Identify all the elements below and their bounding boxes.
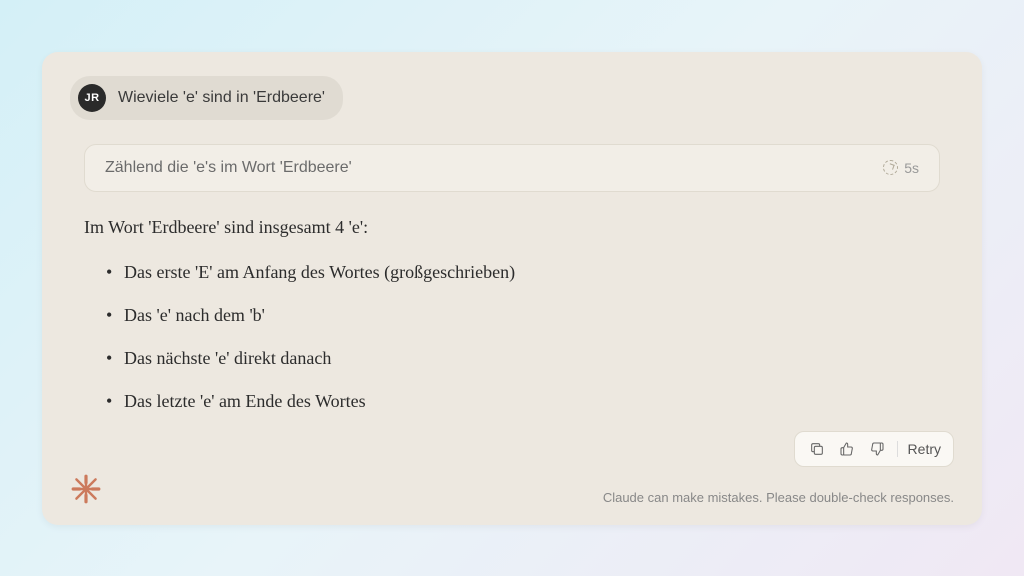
thumbs-up-icon[interactable]	[837, 439, 857, 459]
disclaimer: Claude can make mistakes. Please double-…	[603, 490, 954, 505]
actions-row: Retry	[70, 431, 954, 467]
list-item: Das erste 'E' am Anfang des Wortes (groß…	[106, 259, 940, 286]
logo-icon	[70, 473, 102, 505]
thinking-meta: 5s	[883, 160, 919, 176]
message-actions: Retry	[794, 431, 954, 467]
thinking-duration: 5s	[904, 160, 919, 176]
user-message-text: Wieviele 'e' sind in 'Erdbeere'	[118, 89, 325, 107]
avatar: JR	[78, 84, 106, 112]
thinking-text: Zählend die 'e's im Wort 'Erdbeere'	[105, 159, 352, 177]
answer-intro: Im Wort 'Erdbeere' sind insgesamt 4 'e':	[84, 214, 940, 241]
list-item: Das nächste 'e' direkt danach	[106, 345, 940, 372]
copy-icon[interactable]	[807, 439, 827, 459]
answer-list: Das erste 'E' am Anfang des Wortes (groß…	[84, 259, 940, 415]
chat-card: JR Wieviele 'e' sind in 'Erdbeere' Zähle…	[42, 52, 982, 525]
assistant-answer: Im Wort 'Erdbeere' sind insgesamt 4 'e':…	[84, 214, 940, 415]
thumbs-down-icon[interactable]	[867, 439, 887, 459]
list-item: Das 'e' nach dem 'b'	[106, 302, 940, 329]
user-message: JR Wieviele 'e' sind in 'Erdbeere'	[70, 76, 343, 120]
clock-icon	[883, 160, 898, 175]
divider	[897, 441, 898, 457]
retry-button[interactable]: Retry	[908, 441, 941, 457]
bottom-row: Claude can make mistakes. Please double-…	[70, 473, 954, 505]
list-item: Das letzte 'e' am Ende des Wortes	[106, 388, 940, 415]
thinking-summary[interactable]: Zählend die 'e's im Wort 'Erdbeere' 5s	[84, 144, 940, 192]
